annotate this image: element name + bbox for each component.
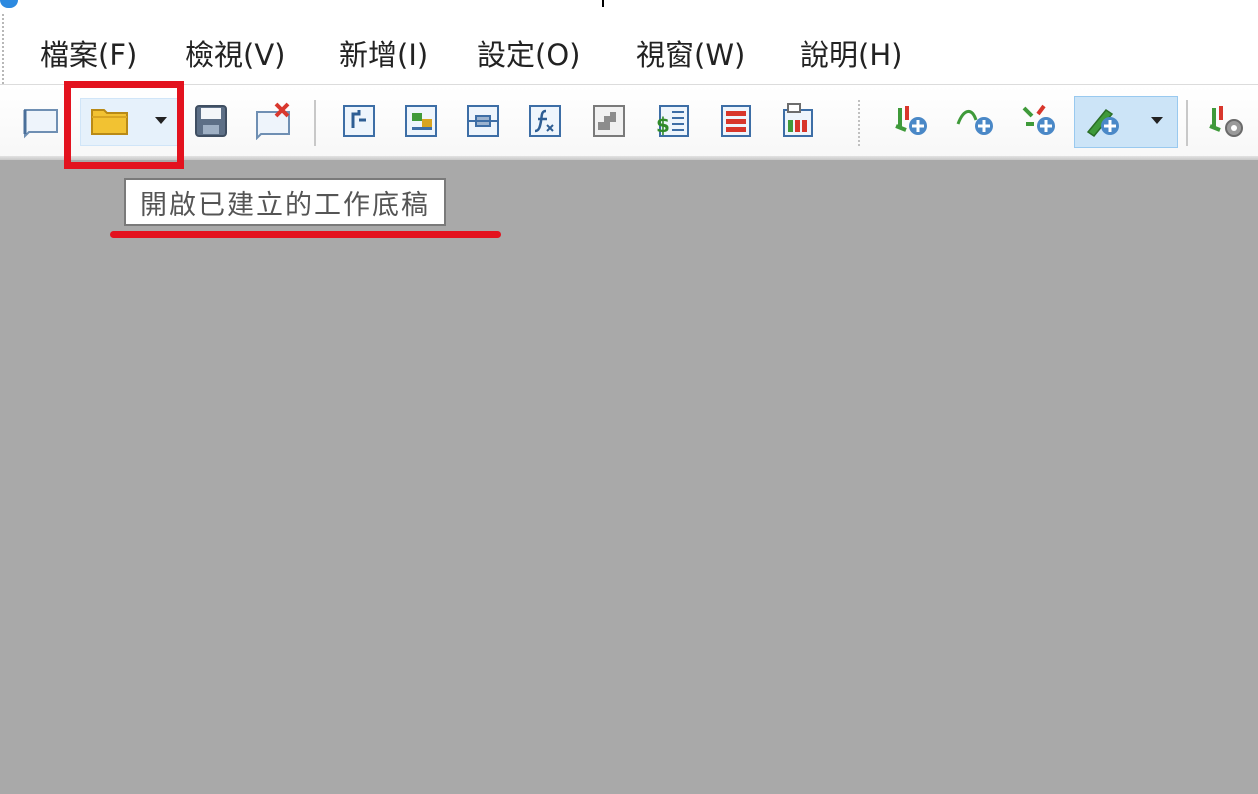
highlight-box-annotation: [64, 81, 184, 169]
toolbar-separator: [1186, 100, 1188, 146]
settings-node-button[interactable]: [1204, 98, 1248, 142]
node-add-icon: [895, 106, 927, 135]
data-sheet-icon: [783, 103, 813, 137]
add-branch-button[interactable]: [1018, 98, 1062, 142]
toolbar-separator: [858, 100, 860, 146]
title-text-caret: [602, 0, 604, 7]
save-icon: [195, 105, 227, 137]
title-bar: [0, 0, 1258, 10]
save-draft-button[interactable]: [190, 98, 234, 142]
workspace-area[interactable]: [0, 160, 1258, 794]
add-formula-button[interactable]: [524, 98, 568, 142]
menu-view[interactable]: 檢視(V): [185, 32, 285, 74]
main-toolbar: $: [0, 86, 1258, 160]
tooltip-text: 開啟已建立的工作底稿: [140, 189, 430, 221]
pen-tool-dropdown[interactable]: [1140, 98, 1174, 142]
curve-add-icon: [956, 110, 993, 135]
open-draft-tooltip: 開啟已建立的工作底稿: [124, 178, 446, 226]
add-data-sheet-button[interactable]: [776, 98, 820, 142]
add-page-button[interactable]: [400, 98, 444, 142]
add-bar-list-button[interactable]: [714, 98, 758, 142]
close-draft-button[interactable]: [252, 98, 296, 142]
module-icon: [593, 105, 625, 137]
node-gear-icon: [1209, 106, 1243, 137]
new-draft-icon: [23, 109, 58, 139]
add-table-button[interactable]: $: [652, 98, 696, 142]
formula-icon: [529, 105, 561, 137]
underline-annotation: [110, 231, 501, 238]
toolbar-separator: [314, 100, 316, 146]
menu-file[interactable]: 檔案(F): [40, 32, 137, 74]
svg-text:$: $: [656, 113, 670, 137]
pen-add-icon: [1086, 108, 1119, 138]
table-icon: $: [656, 105, 689, 137]
add-link-button[interactable]: [462, 98, 506, 142]
menu-bar: 檔案(F) 檢視(V) 新增(I) 設定(O) 視窗(W) 說明(H): [0, 14, 1258, 84]
branch-add-icon: [1022, 104, 1055, 135]
chevron-down-icon: [1151, 117, 1163, 124]
link-page-icon: [467, 105, 499, 137]
menu-settings[interactable]: 設定(O): [477, 32, 580, 74]
close-draft-icon: [256, 102, 290, 140]
add-pen-tool-button[interactable]: [1082, 98, 1126, 142]
add-plus-node-button[interactable]: [890, 98, 934, 142]
new-draft-button[interactable]: [20, 98, 64, 142]
menu-insert[interactable]: 新增(I): [339, 32, 428, 74]
add-parameter-button[interactable]: [338, 98, 382, 142]
add-curve-button[interactable]: [954, 98, 998, 142]
menu-window[interactable]: 視窗(W): [636, 32, 745, 74]
menu-help[interactable]: 說明(H): [800, 32, 902, 74]
menu-divider: [0, 84, 1258, 85]
bar-list-icon: [721, 105, 751, 137]
parameter-page-icon: [343, 105, 375, 137]
add-module-button[interactable]: [588, 98, 632, 142]
page-icon: [405, 105, 437, 137]
